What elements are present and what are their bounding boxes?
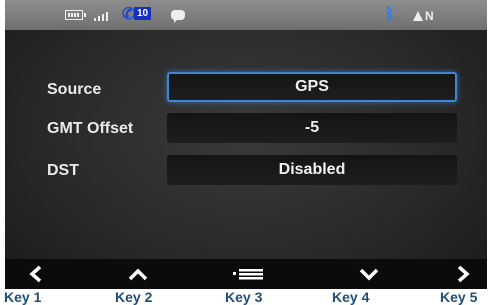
chevron-right-icon bbox=[457, 265, 470, 283]
chevron-up-icon bbox=[128, 268, 148, 281]
missed-call-count: 10 bbox=[134, 7, 152, 20]
source-field[interactable]: GPS bbox=[167, 72, 457, 102]
key-2-label: Key 2 bbox=[115, 289, 153, 305]
menu-icon bbox=[233, 269, 263, 280]
dst-label: DST bbox=[47, 162, 79, 179]
phone-icon: ✆ 10 bbox=[122, 6, 158, 23]
compass-arrow-icon bbox=[413, 11, 423, 21]
chat-bubble-icon bbox=[171, 10, 185, 23]
key-5-label: Key 5 bbox=[440, 289, 478, 305]
key-1-label: Key 1 bbox=[4, 289, 42, 305]
key-1-button[interactable] bbox=[18, 259, 54, 289]
key-labels: Key 1 Key 2 Key 3 Key 4 Key 5 bbox=[0, 289, 492, 305]
bluetooth-icon: ᛒ bbox=[385, 6, 395, 23]
source-label: Source bbox=[47, 81, 102, 98]
status-bar: ✆ 10 ᛒ N bbox=[5, 0, 487, 30]
dst-field[interactable]: Disabled bbox=[167, 155, 457, 185]
key-3-label: Key 3 bbox=[225, 289, 263, 305]
signal-bars-icon bbox=[94, 7, 114, 23]
chevron-left-icon bbox=[29, 265, 42, 283]
battery-icon bbox=[65, 10, 86, 20]
key-5-button[interactable] bbox=[445, 259, 481, 289]
chevron-down-icon bbox=[359, 268, 379, 281]
key-3-button[interactable] bbox=[229, 259, 269, 289]
gmt-offset-label: GMT Offset bbox=[47, 120, 134, 137]
compass-indicator: N bbox=[413, 9, 435, 25]
compass-heading: N bbox=[425, 9, 435, 23]
key-4-button[interactable] bbox=[351, 259, 387, 289]
key-4-label: Key 4 bbox=[332, 289, 370, 305]
key-2-button[interactable] bbox=[120, 259, 156, 289]
device-screen: ✆ 10 ᛒ N Source GPS GMT Offset -5 DST Di… bbox=[5, 0, 487, 289]
softkey-bar bbox=[5, 259, 487, 289]
gmt-offset-field[interactable]: -5 bbox=[167, 113, 457, 143]
